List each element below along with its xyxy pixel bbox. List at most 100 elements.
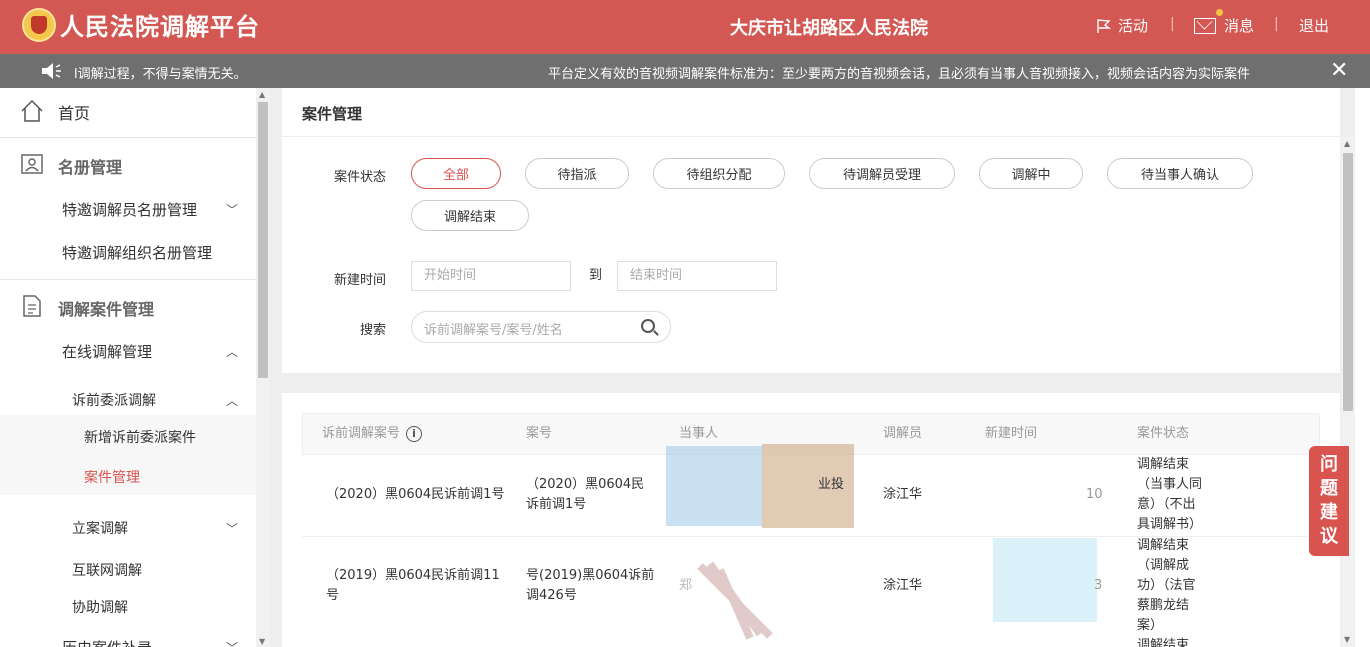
sidebar-item-home[interactable]: 首页 [58,100,256,124]
sidebar-item-internet[interactable]: 互联网调解 [72,560,256,580]
status-chip-pending-mediator[interactable]: 待调解员受理 [809,158,955,189]
col-header-pre-no: 诉前调解案号 i [322,413,423,455]
sidebar-item-roster-orgs[interactable]: 特邀调解组织名册管理 [62,242,256,263]
unread-dot [1216,9,1223,16]
cell-status: 案） [1137,618,1164,633]
info-icon[interactable]: i [406,425,423,442]
status-chip-pending-org[interactable]: 待组织分配 [653,158,785,189]
cell-case-no: 号(2019)黑0604诉前 [526,568,655,583]
logout-link[interactable]: 退出 [1299,15,1329,36]
notice-bar: l调解过程，不得与案情无关。 平台定义有效的音视频调解案件标准为：至少要两方的音… [0,54,1370,88]
status-chip-ended[interactable]: 调解结束 [411,200,529,231]
messages-label: 消息 [1224,17,1255,35]
sidebar-divider [0,279,256,280]
court-name: 大庆市让胡路区人民法院 [730,18,928,39]
sidebar-item-online[interactable]: 在线调解管理 ︿ [62,341,256,362]
speaker-icon [42,63,61,79]
status-chip-all[interactable]: 全部 [411,158,501,189]
activity-link[interactable]: 活动 [1096,15,1148,36]
search-placeholder: 诉前调解案号/案号/姓名 [424,323,563,338]
search-input[interactable]: 诉前调解案号/案号/姓名 [411,311,671,343]
roster-icon [21,154,43,174]
scroll-up-arrow[interactable]: ▲ [1344,139,1350,148]
cell-created: 3 [1094,578,1103,593]
messages-link[interactable]: 消息 [1194,15,1254,36]
redaction-scribble [697,561,773,640]
main-scroll-thumb[interactable] [1343,153,1353,411]
feedback-button[interactable]: 问 题 建 议 [1309,446,1349,556]
header-separator: | [1170,16,1175,32]
sidebar-item-case-mgmt[interactable]: 案件管理 [84,467,256,487]
home-icon [21,99,43,122]
scroll-down-arrow[interactable]: ▼ [259,637,265,646]
cell-mediator: 涂江华 [883,487,923,502]
cell-status: 蔡鹏龙结 [1137,598,1190,613]
cell-party: 业投 [818,477,845,492]
close-notice-button[interactable]: ✕ [1330,58,1348,83]
chevron-down-icon: ﹀ [225,521,238,536]
start-date-input[interactable]: 开始时间 [411,261,571,291]
redaction-scribble [993,538,1097,622]
right-gutter [1355,88,1370,647]
header-separator: | [1274,16,1279,32]
sidebar-item-pre-lit[interactable]: 诉前委派调解 ︿ [72,390,256,410]
status-chip-pending-party[interactable]: 待当事人确认 [1107,158,1253,189]
notice-text-scroll: 平台定义有效的音视频调解案件标准为：至少要两方的音视频会话，且必须有当事人音视频… [548,67,1251,82]
cell-status: 调解结束 [1137,538,1190,553]
cell-status: 意）（不出 [1137,497,1196,512]
chevron-up-icon: ︿ [225,393,238,408]
cell-case-no: 诉前调1号 [526,497,587,512]
title-divider [282,136,1340,137]
cell-mediator: 涂江华 [883,578,923,593]
chevron-up-icon: ︿ [225,345,238,359]
col-header-case-no: 案号 [526,426,553,441]
scroll-up-arrow[interactable]: ▲ [259,90,265,99]
sidebar-divider [0,137,256,138]
court-emblem-icon [22,8,56,42]
chevron-down-icon: ﹀ [226,639,238,647]
cell-status: （当事人同 [1137,477,1203,492]
sidebar: 首页 名册管理 特邀调解员名册管理 ﹀ 特邀调解组织名册管理 调解案件管理 在线… [0,88,256,647]
sidebar-item-assist[interactable]: 协助调解 [72,597,256,617]
col-header-status: 案件状态 [1137,426,1190,441]
cell-status: （调解成 [1137,558,1190,573]
cell-status: 具调解书） [1137,517,1203,532]
sidebar-item-history[interactable]: 历史案件补录 ﹀ [62,637,256,647]
document-icon [23,295,41,317]
top-bar: 人民法院调解平台 大庆市让胡路区人民法院 活动 | 消息 | 退出 [0,0,1370,54]
notice-text-left: l调解过程，不得与案情无关。 [74,67,247,82]
scroll-down-arrow[interactable]: ▼ [1344,635,1350,644]
activity-label: 活动 [1118,17,1149,35]
logout-label: 退出 [1299,17,1330,35]
status-label: 案件状态 [333,170,386,185]
sidebar-item-roster-mediators[interactable]: 特邀调解员名册管理 ﹀ [62,199,256,220]
page-title: 案件管理 [302,105,363,123]
search-label: 搜索 [359,323,386,338]
search-icon[interactable] [641,319,655,333]
sidebar-item-add-pre-lit[interactable]: 新增诉前委派案件 [84,427,256,447]
chevron-down-icon: ﹀ [225,203,238,217]
sidebar-group-cases[interactable]: 调解案件管理 [58,296,256,320]
status-chip-pending-assign[interactable]: 待指派 [525,158,629,189]
end-date-input[interactable]: 结束时间 [617,261,777,291]
col-header-created: 新建时间 [985,426,1038,441]
cell-case-no: 调426号 [526,588,577,603]
flag-icon [1097,18,1112,33]
cell-pre-no: （2019）黑0604民诉前调11 [326,568,500,583]
date-to-label: 到 [589,268,603,283]
sidebar-group-roster[interactable]: 名册管理 [58,154,256,178]
col-header-mediator: 调解员 [883,426,923,441]
platform-title: 人民法院调解平台 [60,13,260,41]
cell-created: 10 [1086,487,1103,502]
cell-status: 调解结束 [1137,638,1190,647]
cell-status: 调解结束 [1137,457,1190,472]
cell-case-no: （2020）黑0604民 [526,477,645,492]
main-scrollbar[interactable]: ▲ ▼ [1341,137,1355,647]
sidebar-scrollbar[interactable]: ▲ ▼ [256,88,270,647]
sidebar-scroll-thumb[interactable] [258,102,268,378]
status-chip-mediating[interactable]: 调解中 [979,158,1083,189]
cell-pre-no: （2020）黑0604民诉前调1号 [326,487,505,502]
mail-icon [1194,17,1216,34]
sidebar-item-filing[interactable]: 立案调解 ﹀ [72,518,256,538]
date-label: 新建时间 [333,273,386,288]
